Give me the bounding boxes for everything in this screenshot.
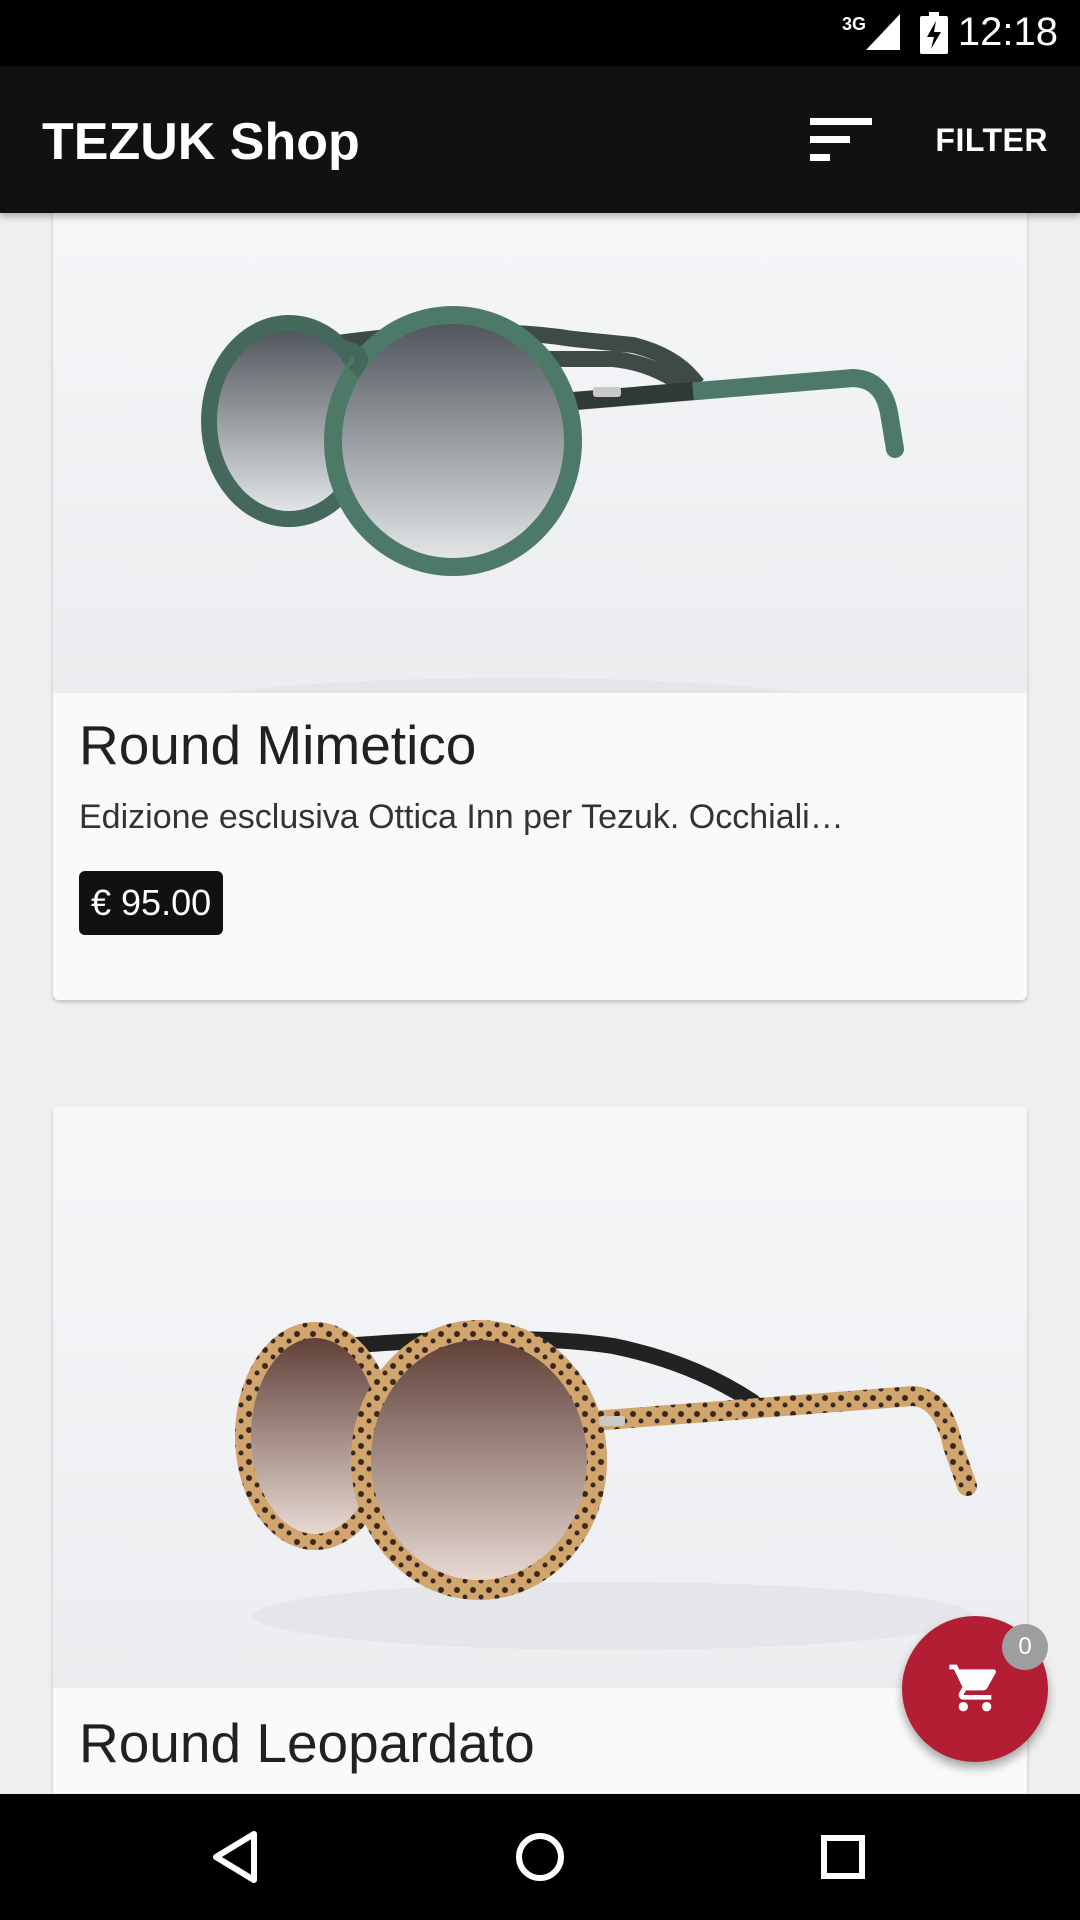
network-type: 3G [841, 14, 866, 34]
app-bar: TEZUK Shop FILTER [0, 66, 1080, 213]
product-name[interactable]: Round Mimetico [79, 713, 476, 777]
signal-icon [866, 14, 900, 50]
price-badge: € 95.00 [79, 871, 224, 935]
filter-button[interactable]: FILTER [935, 122, 1048, 159]
cart-count-badge: 0 [1002, 1624, 1048, 1670]
sunglasses-green-camouflage [133, 306, 904, 758]
recents-icon[interactable] [810, 1824, 876, 1890]
sunglasses-leopard-print [235, 1320, 977, 1650]
shopping-cart-icon [949, 1664, 997, 1712]
cart-button[interactable]: 0 [902, 1616, 1048, 1762]
status-bar: 3G 12:18 [0, 0, 1080, 66]
battery-charging-icon [920, 12, 948, 54]
product-card[interactable]: Round Leopardato [53, 1106, 1027, 1793]
product-name[interactable]: Round Leopardato [79, 1711, 535, 1775]
product-description: Edizione esclusiva Ottica Inn per Tezuk.… [79, 798, 844, 836]
sort-icon[interactable] [806, 116, 876, 164]
product-image[interactable] [53, 1106, 1027, 1688]
product-image[interactable] [53, 213, 1027, 758]
app-title: TEZUK Shop [42, 113, 360, 171]
back-icon[interactable] [204, 1824, 270, 1890]
navigation-bar [0, 1794, 1080, 1920]
home-icon[interactable] [507, 1824, 573, 1890]
clock: 12:18 [957, 10, 1058, 54]
product-card[interactable]: Round Mimetico Edizione esclusiva Ottica… [53, 213, 1027, 1000]
product-list[interactable]: Round Mimetico Edizione esclusiva Ottica… [0, 213, 1080, 1793]
